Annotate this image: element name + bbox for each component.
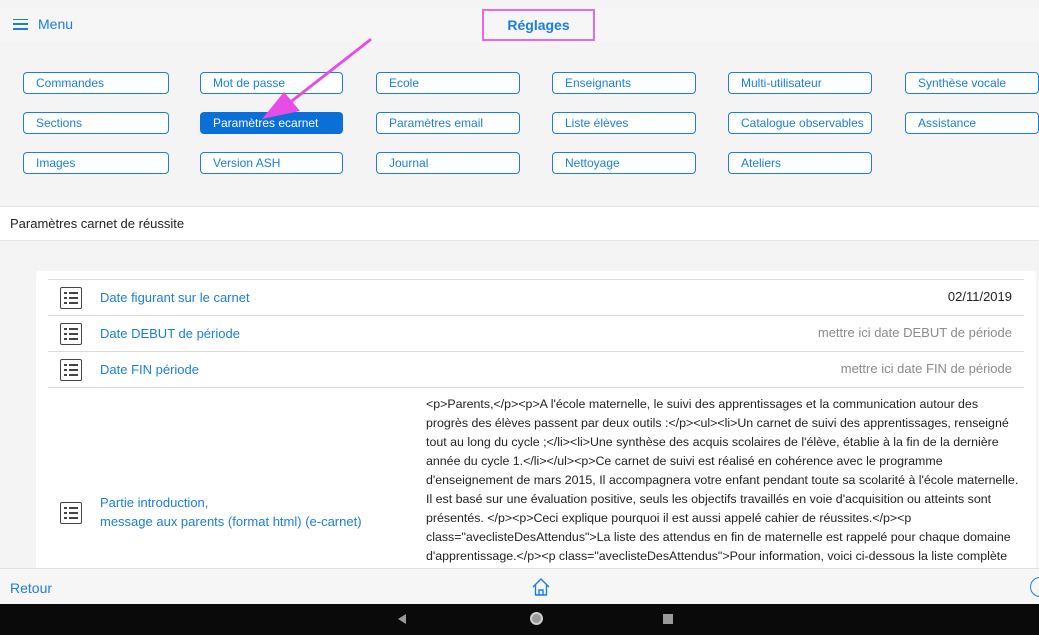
row-label: Date figurant sur le carnet <box>100 290 250 305</box>
button-parametres-email[interactable]: Paramètres email <box>376 112 520 134</box>
list-icon <box>60 502 82 524</box>
button-mot-de-passe[interactable]: Mot de passe <box>200 72 343 94</box>
back-button[interactable]: Retour <box>10 580 52 596</box>
hamburger-icon <box>13 18 28 30</box>
settings-buttons-panel: Commandes Mot de passe Ecole Enseignants… <box>0 42 1039 206</box>
row-value: mettre ici date DEBUT de période <box>817 325 1012 340</box>
button-nettoyage[interactable]: Nettoyage <box>552 152 696 174</box>
button-sections[interactable]: Sections <box>23 112 169 134</box>
button-version-ash[interactable]: Version ASH <box>200 152 343 174</box>
row-value: 02/11/2019 <box>947 289 1012 304</box>
list-icon <box>60 359 82 381</box>
app-window: Menu Réglages Commandes Mot de passe Eco… <box>0 0 1039 635</box>
settings-row-date-debut[interactable]: Date DEBUT de période mettre ici date DE… <box>48 315 1024 351</box>
menu-button[interactable]: Menu <box>13 16 73 32</box>
button-liste-eleves[interactable]: Liste élèves <box>552 112 696 134</box>
button-multi-utilisateur[interactable]: Multi-utilisateur <box>728 72 872 94</box>
button-synthese-vocale[interactable]: Synthèse vocale <box>905 72 1039 94</box>
row-value-html-text: <p>Parents,</p><p>A l'école maternelle, … <box>426 397 1019 563</box>
nav-home-icon[interactable] <box>530 612 543 625</box>
home-icon[interactable] <box>531 577 551 597</box>
nav-back-icon[interactable] <box>398 614 406 624</box>
button-parametres-ecarnet[interactable]: Paramètres ecarnet <box>200 112 343 134</box>
page-title: Réglages <box>482 9 595 41</box>
button-assistance[interactable]: Assistance <box>905 112 1039 134</box>
android-nav-bar <box>0 604 1039 635</box>
list-icon <box>60 323 82 345</box>
list-icon <box>60 287 82 309</box>
section-header: Paramètres carnet de réussite <box>0 206 1039 241</box>
row-label: Date FIN période <box>100 362 199 377</box>
settings-row-date-fin[interactable]: Date FIN période mettre ici date FIN de … <box>48 351 1024 387</box>
row-label-line2: message aux parents (format html) (e-car… <box>100 514 362 529</box>
menu-label: Menu <box>38 16 74 32</box>
top-bar: Menu Réglages <box>0 8 1039 42</box>
settings-card: Date figurant sur le carnet 02/11/2019 D… <box>36 271 1036 568</box>
content-area: Date figurant sur le carnet 02/11/2019 D… <box>0 241 1039 568</box>
button-journal[interactable]: Journal <box>376 152 520 174</box>
bottom-bar: Retour <box>0 568 1039 604</box>
button-ateliers[interactable]: Ateliers <box>728 152 872 174</box>
settings-row-introduction[interactable]: Partie introduction, message aux parents… <box>48 387 1024 568</box>
nav-recent-apps-icon[interactable] <box>663 614 673 624</box>
row-label-line1: Partie introduction, <box>100 495 209 510</box>
button-images[interactable]: Images <box>23 152 169 174</box>
section-title: Paramètres carnet de réussite <box>10 216 185 231</box>
button-ecole[interactable]: Ecole <box>376 72 520 94</box>
page-title-text: Réglages <box>507 17 570 33</box>
button-catalogue-observables[interactable]: Catalogue observables <box>728 112 872 134</box>
settings-row-date-carnet[interactable]: Date figurant sur le carnet 02/11/2019 <box>48 279 1024 315</box>
row-value: mettre ici date FIN de période <box>840 361 1012 376</box>
button-commandes[interactable]: Commandes <box>23 72 169 94</box>
button-enseignants[interactable]: Enseignants <box>552 72 696 94</box>
help-icon[interactable] <box>1030 577 1039 597</box>
row-label: Date DEBUT de période <box>100 326 240 341</box>
